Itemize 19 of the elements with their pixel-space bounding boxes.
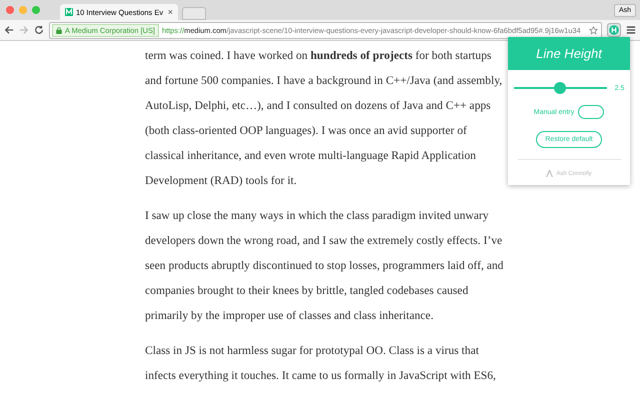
minimize-window-icon[interactable] [19,6,27,14]
reload-icon[interactable] [34,25,44,35]
back-icon[interactable] [4,25,14,35]
bookmark-star-icon[interactable] [589,26,598,34]
forward-icon[interactable] [19,25,29,35]
article-paragraph: I saw up close the many ways in which the class paradigm invited unwary developers down the wrong road, and I saw the extremely costly effects. I’ve seen products abruptly discontinued to stop losses, programmers laid off, and companies brought to their knees by brittle, tangled codebases caused primarily by the improper use of classes and class inheritance. [145,208,504,324]
medium-logo-icon [65,8,73,16]
popup-title: Line Height [536,46,602,61]
extension-icon[interactable] [607,23,621,37]
close-window-icon[interactable] [6,6,14,14]
author-logo-icon [546,170,554,177]
article-paragraph: term was coined. I have worked on hundreds of projects for both startups and fortune 500 companies. I have a background in C++/Java (and assembly, AutoLisp, Delphi, etc…), and I consulted on dozens of Java and C++ apps (both class-oriented OOP languages). I was once an avid supporter of classical inheritance, and even wrote multi-language Rapid Application Development (RAD) tools for it. [145,48,504,189]
slider-thumb[interactable] [554,82,566,94]
article-paragraph: Class in JS is not harmless sugar for prototypal OO. Class is a virus that infects everything it touches. It came to us formally in JavaScript with ES6, [145,343,497,384]
new-tab-button[interactable] [182,7,206,20]
close-tab-button[interactable]: × [168,7,173,17]
menu-icon[interactable] [626,25,636,35]
manual-entry-field[interactable] [578,105,604,119]
maximize-window-icon[interactable] [32,6,40,14]
